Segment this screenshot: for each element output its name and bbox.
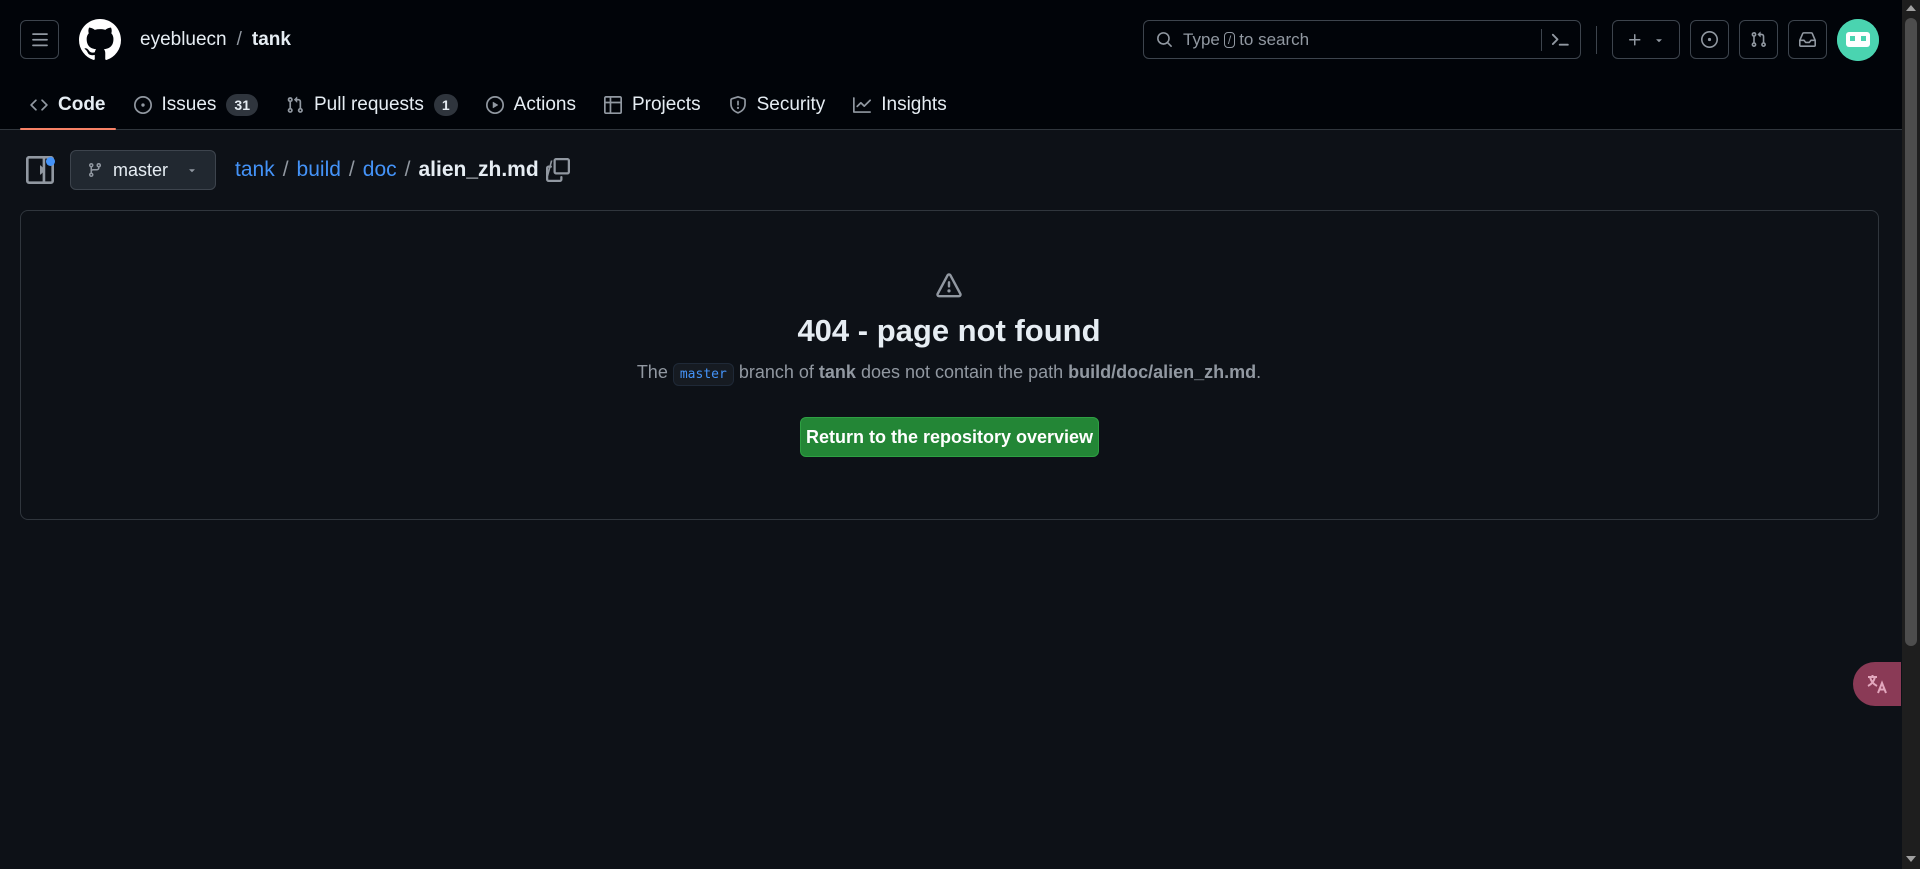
app-header: eyebluecn / tank Type / to search Code I… bbox=[0, 0, 1902, 130]
code-icon bbox=[30, 99, 48, 111]
shield-icon bbox=[729, 96, 746, 114]
tab-pull-requests[interactable]: Pull requests 1 bbox=[276, 80, 468, 130]
pull-request-icon bbox=[287, 96, 303, 113]
scroll-down-arrow-icon[interactable] bbox=[1906, 856, 1916, 862]
breadcrumb-link-doc[interactable]: doc bbox=[363, 158, 397, 182]
git-branch-icon bbox=[88, 163, 101, 178]
desc-text-the: The bbox=[636, 362, 668, 382]
search-input[interactable]: Type / to search bbox=[1143, 20, 1581, 59]
tab-code-label: Code bbox=[58, 94, 106, 115]
scroll-up-arrow-icon[interactable] bbox=[1906, 5, 1916, 11]
hamburger-menu-button[interactable] bbox=[20, 20, 59, 59]
inbox-icon bbox=[1799, 32, 1816, 47]
table-icon bbox=[603, 96, 622, 114]
return-to-repository-button[interactable]: Return to the repository overview bbox=[800, 417, 1099, 457]
search-icon bbox=[1157, 32, 1172, 47]
command-palette-icon[interactable] bbox=[1550, 30, 1570, 50]
tab-insights[interactable]: Insights bbox=[843, 80, 956, 130]
your-issues-button[interactable] bbox=[1690, 20, 1729, 59]
tab-projects-label: Projects bbox=[631, 94, 701, 115]
repo-name-link[interactable]: tank bbox=[252, 29, 291, 51]
tab-insights-label: Insights bbox=[881, 94, 947, 115]
tab-actions[interactable]: Actions bbox=[476, 80, 586, 130]
repo-nav: Code Issues 31 Pull requests 1 Actions P… bbox=[20, 80, 965, 130]
issue-icon bbox=[133, 96, 152, 114]
copy-icon[interactable] bbox=[546, 158, 570, 182]
play-icon bbox=[485, 96, 504, 114]
search-shortcut-key: / bbox=[1223, 31, 1236, 48]
branch-name: master bbox=[113, 159, 169, 180]
vertical-scrollbar[interactable] bbox=[1902, 0, 1920, 869]
breadcrumb: tank / build / doc / alien_zh.md / bbox=[235, 158, 553, 182]
tab-issues-label: Issues bbox=[161, 94, 217, 115]
triangle-down-icon bbox=[189, 169, 195, 173]
sidebar-notification-dot bbox=[46, 157, 55, 166]
page-title: 404 - page not found bbox=[797, 313, 1101, 348]
notifications-inbox-button[interactable] bbox=[1788, 20, 1827, 59]
translate-fab-button[interactable] bbox=[1853, 662, 1901, 706]
breadcrumb-separator: / bbox=[282, 158, 289, 181]
breadcrumb-link-build[interactable]: build bbox=[297, 158, 341, 182]
repo-path-separator: / bbox=[236, 29, 242, 50]
error-description: The master branch of tank does not conta… bbox=[0, 362, 1898, 386]
branch-selector-button[interactable]: master bbox=[70, 150, 216, 190]
plus-icon bbox=[1629, 33, 1641, 45]
repo-owner-link[interactable]: eyebluecn bbox=[140, 29, 227, 51]
desc-text-branch-of: branch of bbox=[738, 362, 814, 382]
your-pull-requests-button[interactable] bbox=[1739, 20, 1778, 59]
breadcrumb-current-file: alien_zh.md bbox=[418, 158, 539, 181]
user-avatar[interactable] bbox=[1837, 19, 1879, 61]
tab-projects[interactable]: Projects bbox=[594, 80, 711, 130]
search-divider bbox=[1541, 29, 1542, 51]
issue-opened-icon bbox=[1701, 31, 1718, 48]
translate-icon bbox=[1867, 675, 1887, 694]
hamburger-icon bbox=[31, 32, 48, 46]
github-logo-icon[interactable] bbox=[79, 19, 121, 61]
branch-code-label: master bbox=[672, 363, 734, 386]
tab-security[interactable]: Security bbox=[719, 80, 836, 130]
graph-icon bbox=[853, 97, 872, 113]
tab-security-label: Security bbox=[756, 94, 826, 115]
breadcrumb-link-tank[interactable]: tank bbox=[235, 158, 275, 182]
tab-code[interactable]: Code bbox=[20, 80, 116, 130]
git-pull-request-icon bbox=[1751, 31, 1766, 47]
tab-actions-label: Actions bbox=[513, 94, 576, 115]
triangle-down-icon bbox=[1656, 38, 1662, 42]
search-placeholder-suffix: to search bbox=[1239, 29, 1310, 49]
tab-pull-requests-label: Pull requests bbox=[314, 94, 424, 115]
tab-issues[interactable]: Issues 31 bbox=[124, 80, 269, 130]
search-placeholder: Type / to search bbox=[1183, 30, 1309, 50]
desc-text-no-path: does not contain the path bbox=[860, 362, 1064, 382]
breadcrumb-separator: / bbox=[404, 158, 411, 181]
breadcrumb-separator: / bbox=[348, 158, 355, 181]
pull-requests-count-badge: 1 bbox=[433, 94, 458, 116]
create-new-button[interactable] bbox=[1612, 20, 1680, 59]
search-placeholder-prefix: Type bbox=[1183, 29, 1220, 49]
desc-period: . bbox=[1256, 362, 1262, 382]
desc-repo-name: tank bbox=[818, 362, 856, 382]
header-divider bbox=[1596, 26, 1597, 54]
alert-icon bbox=[936, 273, 962, 298]
issues-count-badge: 31 bbox=[226, 94, 258, 116]
scrollbar-thumb[interactable] bbox=[1905, 18, 1917, 646]
repo-path: eyebluecn / tank bbox=[140, 29, 291, 51]
avatar-identicon-icon bbox=[1837, 19, 1879, 61]
desc-missing-path: build/doc/alien_zh.md bbox=[1068, 362, 1257, 382]
